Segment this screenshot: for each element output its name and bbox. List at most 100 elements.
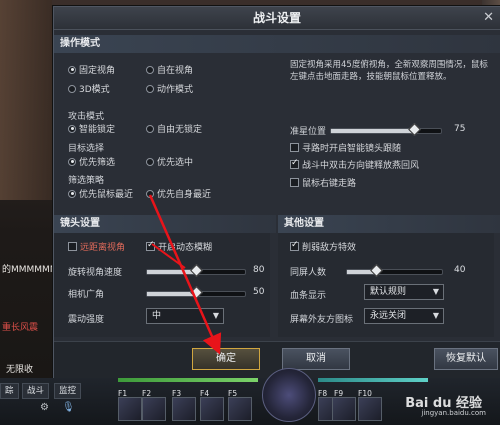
right-click-walk-option[interactable]: 鼠标右键走路 (290, 176, 356, 189)
blood-bar-select[interactable]: 默认规则 ▼ (364, 284, 444, 300)
skill-slot-f1[interactable] (118, 397, 142, 421)
aim-position-slider[interactable] (330, 123, 442, 136)
mode-label: 自在视角 (157, 66, 194, 76)
rotation-speed-slider[interactable] (146, 264, 246, 277)
offscreen-icon-select[interactable]: 永远关闭 ▼ (364, 308, 444, 324)
attack-mode-title: 攻击模式 (68, 112, 105, 122)
checkbox-icon (146, 240, 155, 251)
fov-label: 相机广角 (68, 290, 105, 300)
cancel-button[interactable]: 取消 (282, 348, 350, 370)
weaken-enemy-effects-option[interactable]: 削弱敌方特效 (290, 240, 356, 253)
chat-red-text: 重长风震 (2, 323, 39, 333)
character-emblem[interactable] (262, 368, 316, 422)
option-label: 优先自身最近 (157, 190, 212, 200)
microphone-icon[interactable]: 🎙 (62, 402, 75, 413)
slider-fill (147, 292, 196, 296)
skill-slot-f3[interactable] (172, 397, 196, 421)
checkbox-icon (290, 240, 299, 251)
same-screen-count-slider[interactable] (346, 264, 443, 277)
attack-smart-lock[interactable]: 智能锁定 (68, 122, 115, 135)
other-settings-header: 其他设置 (278, 215, 500, 233)
fkey-label: F4 (200, 389, 210, 398)
fkey-label: F9 (334, 389, 344, 398)
fkey-label: F5 (228, 389, 238, 398)
rotation-speed-label: 旋转视角速度 (68, 268, 123, 278)
settings-icon[interactable]: ⚙ (40, 402, 49, 413)
select-value: 默认规则 (370, 287, 407, 297)
hud-tab-combat[interactable]: 战斗 (22, 383, 50, 399)
option-label: 寻路时开启智能镜头跟随 (302, 144, 402, 154)
mode-label: 固定视角 (79, 66, 116, 76)
mode-3d[interactable]: 3D模式 (68, 82, 110, 95)
radio-icon (146, 124, 154, 133)
energy-bar (318, 378, 428, 382)
radio-icon (68, 65, 76, 74)
health-bar (118, 378, 258, 382)
same-screen-count-label: 同屏人数 (290, 268, 327, 278)
chevron-down-icon: ▼ (212, 311, 219, 320)
attack-free-unlock[interactable]: 自由无锁定 (146, 122, 202, 135)
double-tap-dodge-option[interactable]: 战斗中双击方向键释放燕回风 (290, 158, 419, 171)
hud-tab-monitor[interactable]: 监控 (54, 383, 82, 399)
dynamic-blur-option[interactable]: 开启动态模糊 (146, 240, 212, 253)
skill-slot-f9[interactable] (332, 397, 356, 421)
checkbox-icon (290, 143, 299, 152)
restore-default-button[interactable]: 恢复默认 (434, 348, 498, 370)
dialog-title: 战斗设置 (54, 7, 500, 30)
smart-camera-follow-option[interactable]: 寻路时开启智能镜头跟随 (290, 141, 401, 154)
mode-free-view[interactable]: 自在视角 (146, 63, 193, 76)
hud-tab-track[interactable]: 踪 (0, 383, 19, 399)
confirm-button[interactable]: 确定 (192, 348, 260, 370)
fkey-label: F10 (358, 389, 372, 398)
mode-action[interactable]: 动作模式 (146, 82, 193, 95)
option-label: 削弱敌方特效 (302, 243, 357, 253)
mode-fixed-view[interactable]: 固定视角 (68, 63, 115, 76)
shake-intensity-label: 震动强度 (68, 315, 105, 325)
fov-slider[interactable] (146, 286, 246, 299)
target-priority-filter[interactable]: 优先筛选 (68, 155, 115, 168)
combat-settings-dialog: 战斗设置 ✕ 操作模式 固定视角 自在视角 3D模式 动作模式 固定视角采用45… (53, 6, 500, 378)
close-icon[interactable]: ✕ (483, 7, 494, 29)
shake-intensity-select[interactable]: 中 ▼ (146, 308, 224, 324)
fkey-label: F8 (318, 389, 328, 398)
skill-slot-f5[interactable] (228, 397, 252, 421)
select-value: 永远关闭 (370, 311, 407, 321)
option-label: 优先选中 (157, 158, 194, 168)
skill-slot-f4[interactable] (200, 397, 224, 421)
option-label: 智能锁定 (79, 125, 116, 135)
option-label: 自由无锁定 (157, 125, 203, 135)
fkey-label: F2 (142, 389, 152, 398)
radio-icon (68, 157, 76, 166)
baidu-watermark-url: jingyan.baidu.com (421, 409, 486, 417)
skill-slot-f10[interactable] (358, 397, 382, 421)
offscreen-icon-label: 屏幕外友方图标 (290, 315, 354, 325)
checkbox-icon (68, 242, 77, 251)
skill-slot-f2[interactable] (142, 397, 166, 421)
rotation-speed-value: 80 (253, 265, 265, 275)
slider-fill (331, 129, 414, 133)
far-view-option[interactable]: 远距离视角 (68, 240, 125, 253)
camera-settings-header: 镜头设置 (54, 215, 276, 233)
option-label: 优先鼠标最近 (79, 190, 134, 200)
fov-value: 50 (253, 287, 265, 297)
checkbox-icon (290, 158, 299, 169)
filter-strategy-title: 筛选策略 (68, 176, 105, 186)
fkey-label: F3 (172, 389, 182, 398)
blood-bar-label: 血条显示 (290, 291, 327, 301)
option-label: 远距离视角 (80, 243, 126, 253)
filter-mouse-nearest[interactable]: 优先鼠标最近 (68, 187, 133, 200)
radio-icon (68, 124, 76, 133)
filter-self-nearest[interactable]: 优先自身最近 (146, 187, 211, 200)
chevron-down-icon: ▼ (432, 287, 439, 296)
no-limit-label: 无限收 (6, 365, 34, 375)
scene-left-wall (0, 0, 52, 200)
fkey-label: F1 (118, 389, 128, 398)
radio-icon (146, 189, 154, 198)
target-priority-selected[interactable]: 优先选中 (146, 155, 193, 168)
checkbox-icon (290, 178, 299, 187)
slider-fill (147, 270, 196, 274)
chat-line: 的MMMMMM (2, 265, 58, 275)
mode-label: 动作模式 (157, 85, 194, 95)
select-value: 中 (152, 311, 162, 321)
slider-thumb[interactable] (407, 123, 421, 136)
